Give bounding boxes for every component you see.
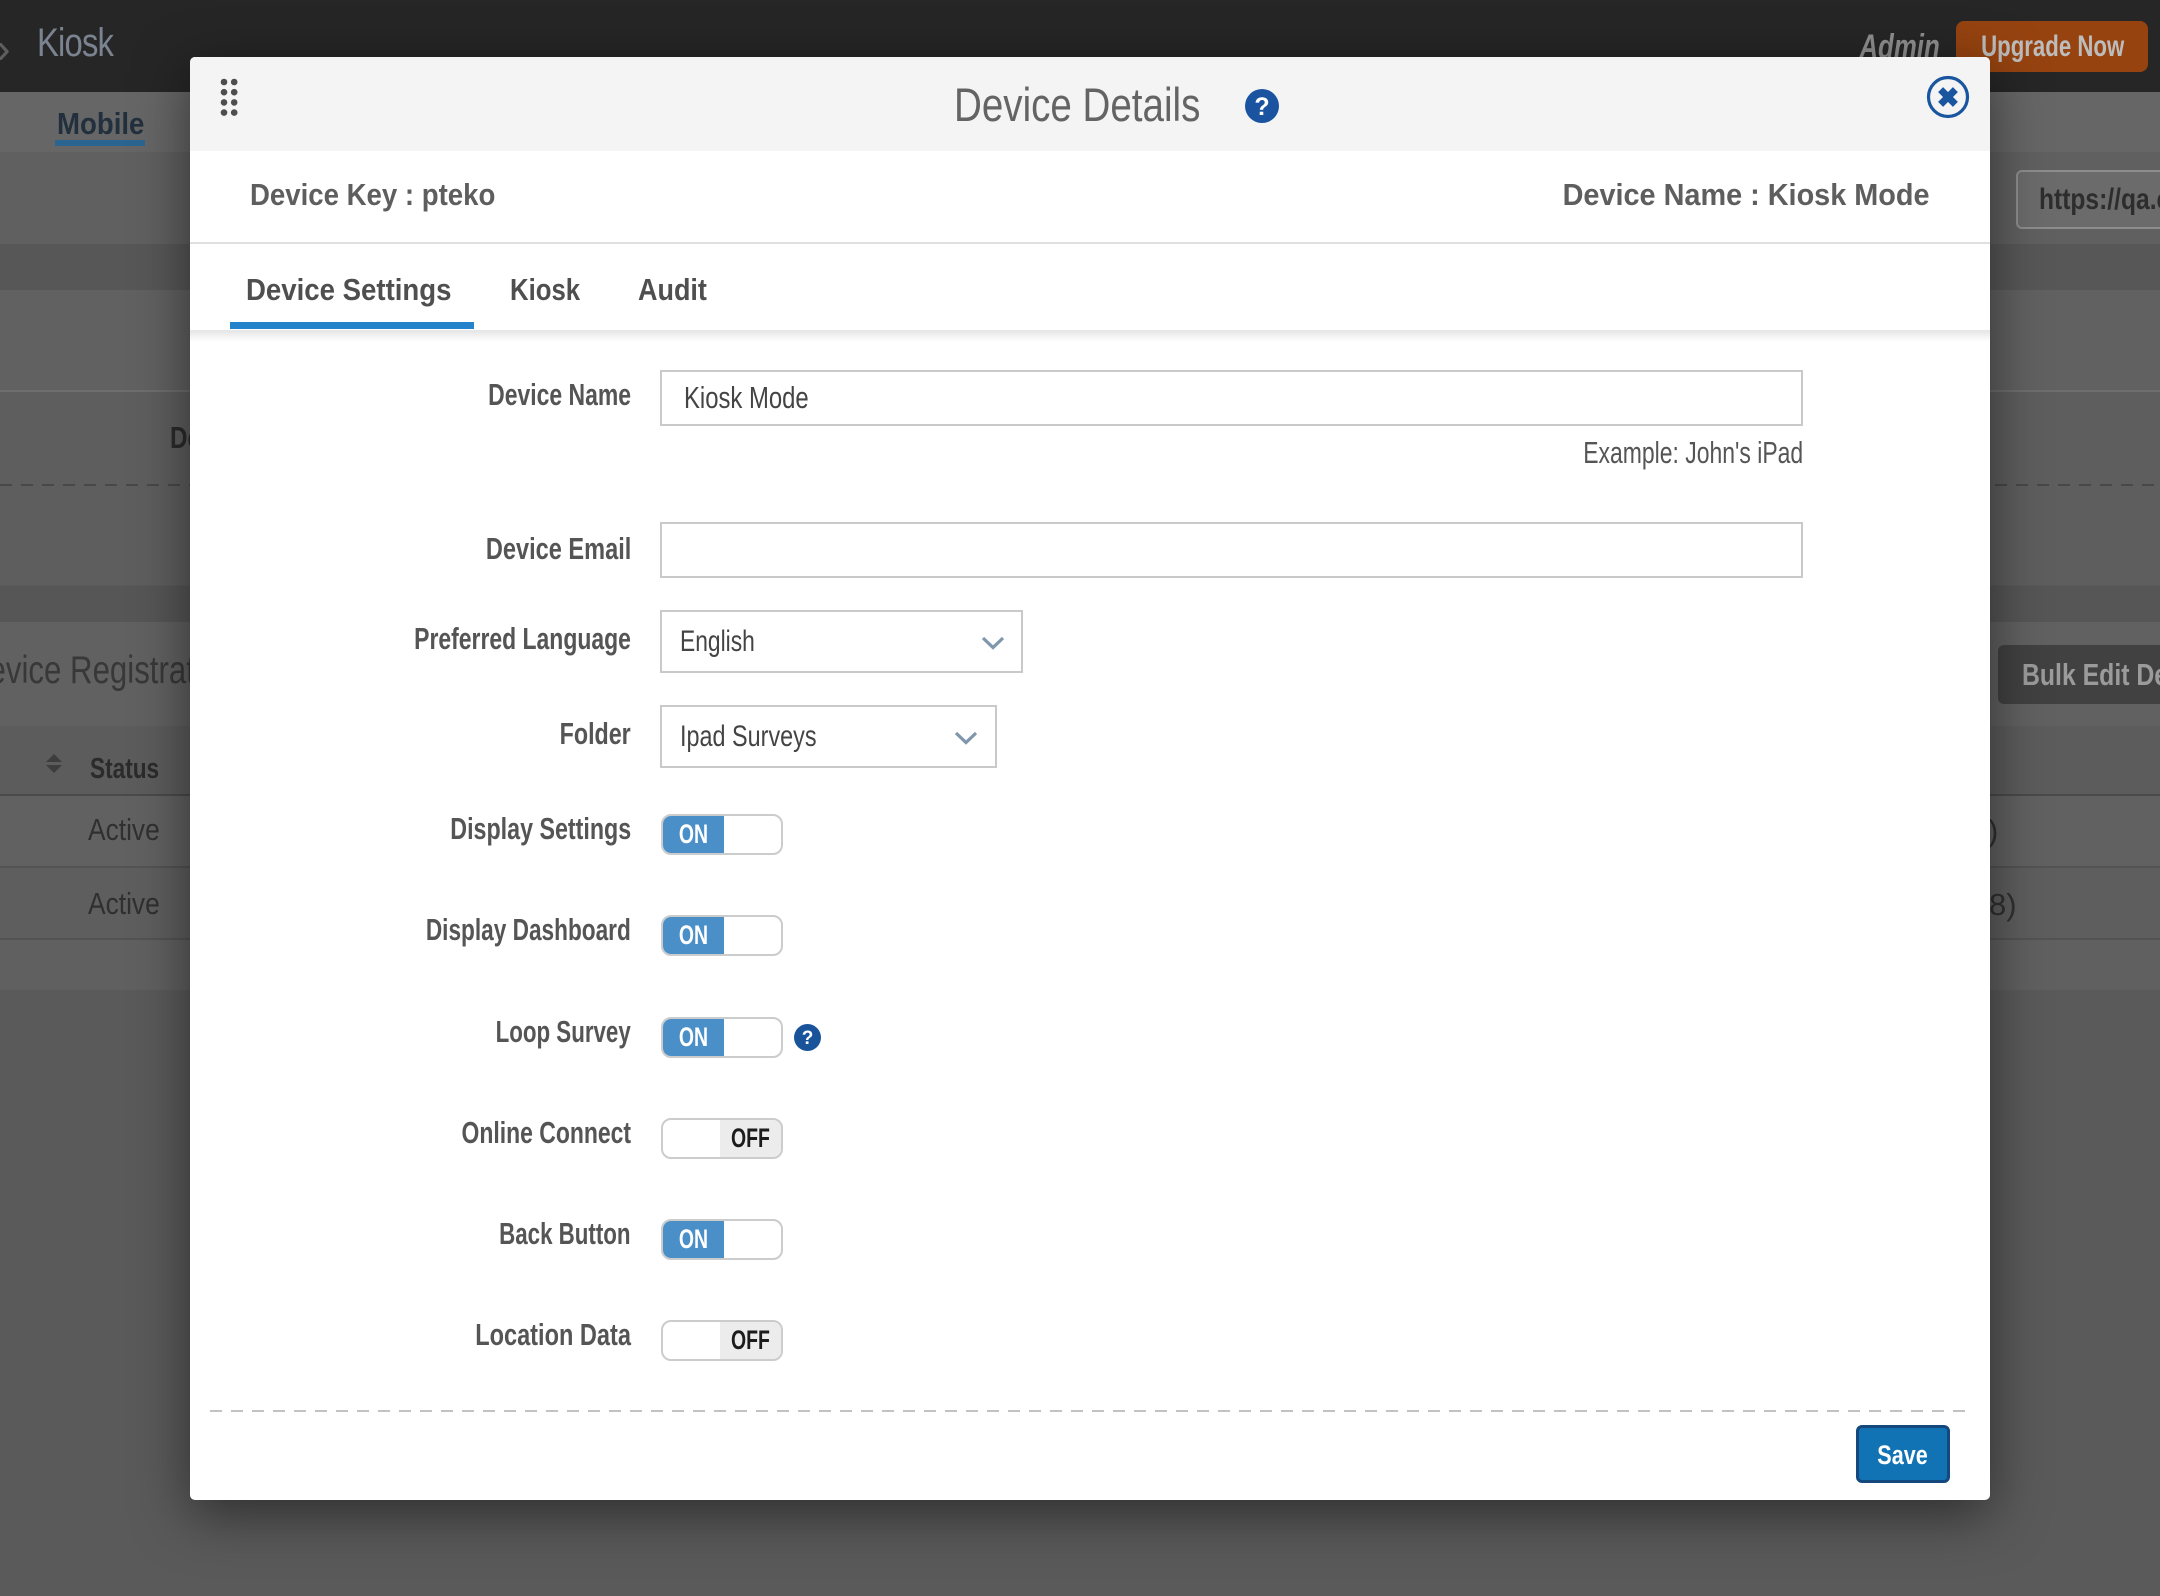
svg-text:?: ? xyxy=(802,1028,814,1049)
